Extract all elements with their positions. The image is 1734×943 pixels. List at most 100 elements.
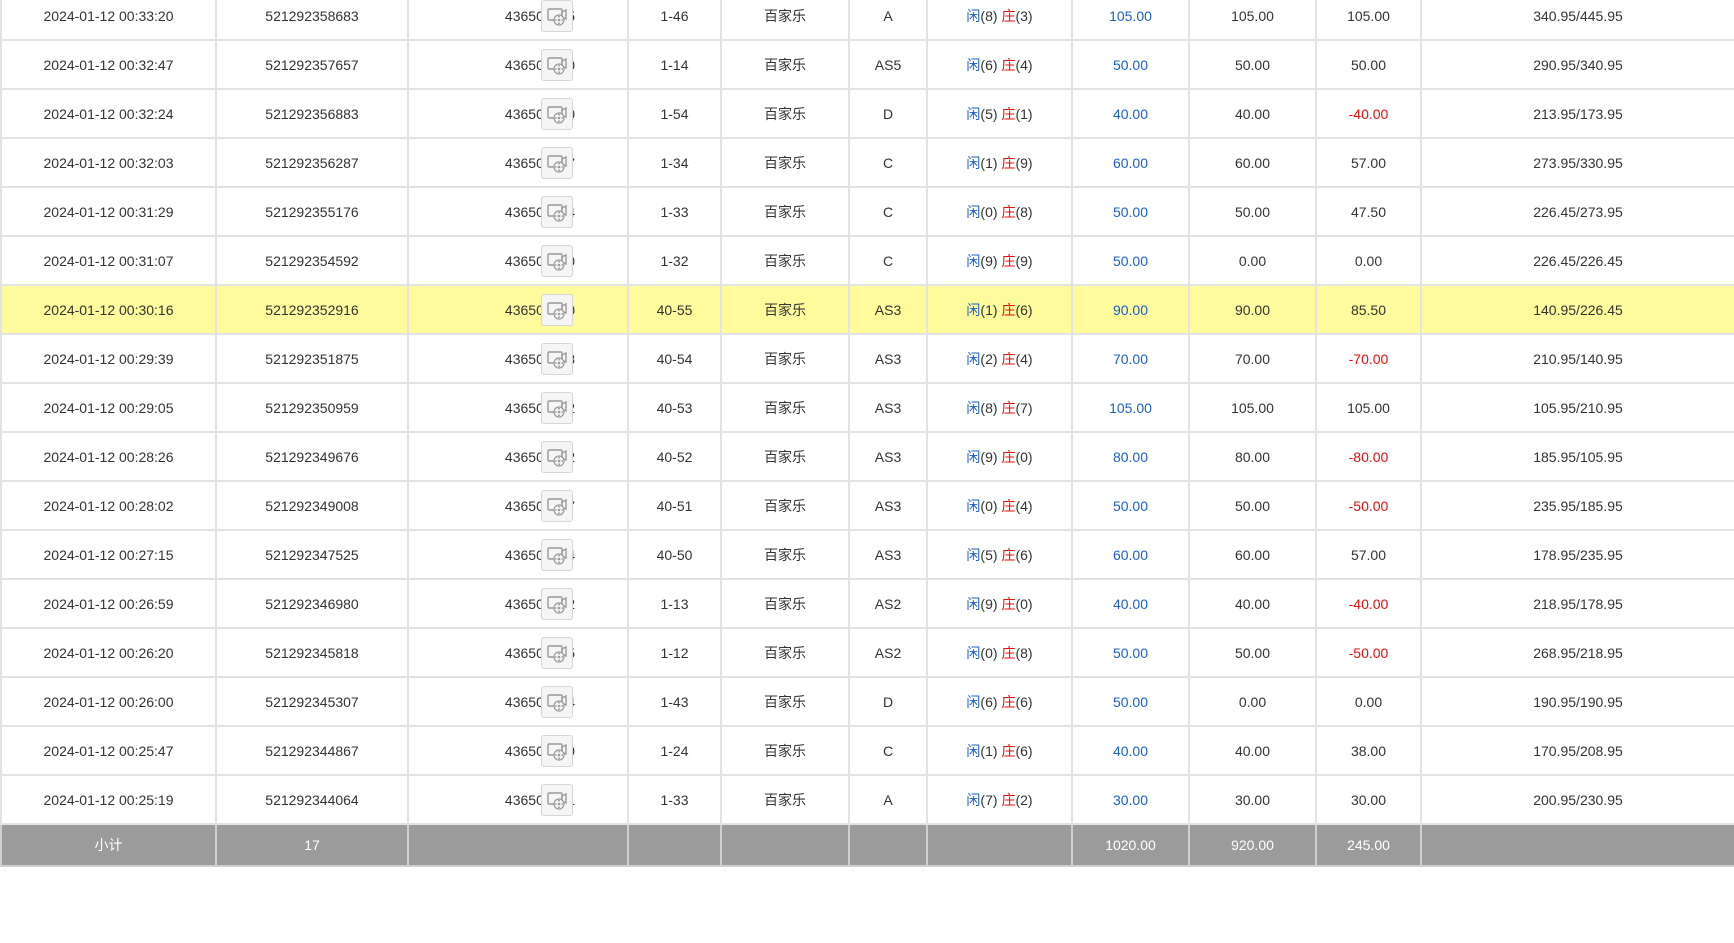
video-replay-icon[interactable] <box>541 636 573 669</box>
video-replay-icon[interactable] <box>541 783 573 816</box>
player-points: 1 <box>985 301 993 318</box>
banker-points: 4 <box>1020 350 1028 367</box>
valid-bet-amount: 30.00 <box>1188 774 1317 825</box>
bet-time: 2024-01-12 00:31:29 <box>0 186 217 237</box>
video-replay-icon[interactable] <box>541 734 573 767</box>
result-cell: 闲(0) 庄(8) <box>926 186 1073 237</box>
video-replay-icon[interactable] <box>541 293 573 326</box>
table-name: AS3 <box>848 480 928 531</box>
game-name: 百家乐 <box>720 627 850 678</box>
table-row: 2024-01-12 00:26:00 521292345307 436500084… <box>0 676 1734 727</box>
banker-label: 庄 <box>1001 7 1016 24</box>
video-replay-icon[interactable] <box>541 244 573 277</box>
win-loss-amount: 105.00 <box>1315 382 1422 433</box>
order-id: 521292344064 <box>215 774 409 825</box>
banker-points: 0 <box>1020 595 1028 612</box>
game-name: 百家乐 <box>720 284 850 335</box>
table-name: C <box>848 235 928 286</box>
order-id: 521292354592 <box>215 235 409 286</box>
game-name: 百家乐 <box>720 676 850 727</box>
round-cell: 436500565 <box>407 0 629 41</box>
table-row: 2024-01-12 00:26:20 521292345818 436500105… <box>0 627 1734 678</box>
shoe-round: 1-13 <box>627 578 722 629</box>
table-name: D <box>848 676 928 727</box>
shoe-round: 1-24 <box>627 725 722 776</box>
shoe-round: 40-51 <box>627 480 722 531</box>
balance-before-after: 218.95/178.95 <box>1420 578 1734 629</box>
banker-points: 0 <box>1020 448 1028 465</box>
valid-bet-amount: 105.00 <box>1188 382 1317 433</box>
banker-points: 6 <box>1020 742 1028 759</box>
round-cell: 436500540 <box>407 39 629 90</box>
banker-points: 6 <box>1020 546 1028 563</box>
bet-time: 2024-01-12 00:27:15 <box>0 529 217 580</box>
order-id: 521292358683 <box>215 0 409 41</box>
banker-label: 庄 <box>1001 154 1016 171</box>
video-replay-icon[interactable] <box>541 342 573 375</box>
order-id: 521292349676 <box>215 431 409 482</box>
bet-time: 2024-01-12 00:29:05 <box>0 382 217 433</box>
table-row: 2024-01-12 00:26:59 521292346980 436500152… <box>0 578 1734 629</box>
bet-time: 2024-01-12 00:32:03 <box>0 137 217 188</box>
video-replay-icon[interactable] <box>541 489 573 522</box>
video-replay-icon[interactable] <box>541 440 573 473</box>
round-cell: 436500338 <box>407 333 629 384</box>
bet-amount: 50.00 <box>1071 627 1190 678</box>
result-cell: 闲(0) 庄(8) <box>926 627 1073 678</box>
video-replay-icon[interactable] <box>541 195 573 228</box>
valid-bet-amount: 70.00 <box>1188 333 1317 384</box>
result-cell: 闲(6) 庄(4) <box>926 39 1073 90</box>
subtotal-empty <box>848 823 928 867</box>
player-label: 闲 <box>966 546 981 563</box>
video-replay-icon[interactable] <box>541 587 573 620</box>
video-replay-icon[interactable] <box>541 146 573 179</box>
video-replay-icon[interactable] <box>541 391 573 424</box>
video-replay-icon[interactable] <box>541 538 573 571</box>
shoe-round: 1-46 <box>627 0 722 41</box>
subtotal-win-loss-total: 245.00 <box>1315 823 1422 867</box>
bet-time: 2024-01-12 00:26:59 <box>0 578 217 629</box>
bet-amount: 60.00 <box>1071 529 1190 580</box>
valid-bet-amount: 0.00 <box>1188 235 1317 286</box>
video-replay-icon[interactable] <box>541 97 573 130</box>
table-name: AS3 <box>848 529 928 580</box>
player-label: 闲 <box>966 448 981 465</box>
bet-time: 2024-01-12 00:28:26 <box>0 431 217 482</box>
round-cell: 436500217 <box>407 480 629 531</box>
result-cell: 闲(1) 庄(9) <box>926 137 1073 188</box>
round-cell: 436500302 <box>407 382 629 433</box>
banker-points: 6 <box>1020 301 1028 318</box>
banker-label: 庄 <box>1001 791 1016 808</box>
win-loss-amount: -40.00 <box>1315 578 1422 629</box>
bet-amount: 50.00 <box>1071 480 1190 531</box>
win-loss-amount: 105.00 <box>1315 0 1422 41</box>
win-loss-amount: 0.00 <box>1315 676 1422 727</box>
order-id: 521292357657 <box>215 39 409 90</box>
bet-amount: 50.00 <box>1071 676 1190 727</box>
shoe-round: 1-34 <box>627 137 722 188</box>
bet-time: 2024-01-12 00:28:02 <box>0 480 217 531</box>
subtotal-empty <box>1420 823 1734 867</box>
balance-before-after: 213.95/173.95 <box>1420 88 1734 139</box>
video-replay-icon[interactable] <box>541 0 573 32</box>
order-id: 521292350959 <box>215 382 409 433</box>
shoe-round: 40-50 <box>627 529 722 580</box>
video-replay-icon[interactable] <box>541 48 573 81</box>
shoe-round: 1-14 <box>627 39 722 90</box>
game-name: 百家乐 <box>720 578 850 629</box>
banker-label: 庄 <box>1001 203 1016 220</box>
banker-points: 8 <box>1020 644 1028 661</box>
player-points: 9 <box>985 595 993 612</box>
video-replay-icon[interactable] <box>541 685 573 718</box>
win-loss-amount: 57.00 <box>1315 529 1422 580</box>
table-name: C <box>848 137 928 188</box>
round-cell: 436500105 <box>407 627 629 678</box>
table-name: A <box>848 774 928 825</box>
player-points: 1 <box>985 154 993 171</box>
order-id: 521292347525 <box>215 529 409 580</box>
balance-before-after: 340.95/445.95 <box>1420 0 1734 41</box>
banker-points: 8 <box>1020 203 1028 220</box>
bet-time: 2024-01-12 00:33:20 <box>0 0 217 41</box>
banker-label: 庄 <box>1001 105 1016 122</box>
bet-records-table: 2024-01-12 00:33:20 521292358683 436500565… <box>0 0 1734 867</box>
